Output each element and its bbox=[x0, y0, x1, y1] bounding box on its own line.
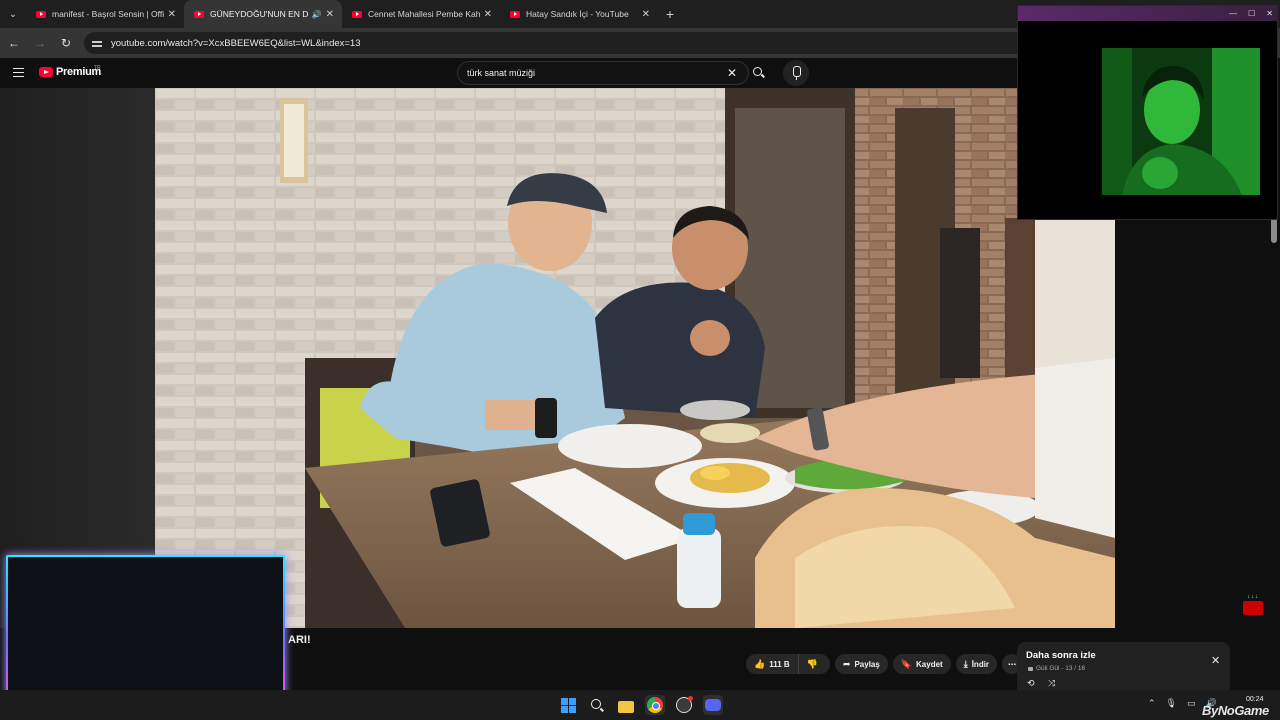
webcam-feed bbox=[1102, 48, 1260, 195]
close-tab-icon[interactable]: ✕ bbox=[642, 9, 650, 20]
subscribe-badge-icon bbox=[1243, 601, 1263, 615]
discord-icon[interactable] bbox=[703, 695, 723, 715]
share-label: Paylaş bbox=[854, 659, 880, 669]
youtube-favicon-icon bbox=[352, 10, 362, 18]
close-tab-icon[interactable]: ✕ bbox=[168, 9, 176, 20]
file-explorer-icon[interactable] bbox=[616, 695, 636, 715]
tray-overflow-icon[interactable]: ⌃ bbox=[1148, 698, 1156, 709]
voice-search-icon[interactable] bbox=[783, 60, 809, 86]
reload-icon[interactable]: ↻ bbox=[54, 31, 78, 55]
loop-icon[interactable]: ⟲ bbox=[1027, 678, 1035, 689]
video-player[interactable] bbox=[155, 88, 1115, 628]
display-icon[interactable]: ▭ bbox=[1187, 698, 1196, 709]
lock-icon bbox=[1028, 666, 1033, 671]
address-bar[interactable]: youtube.com/watch?v=XcxBBEEW6EQ&list=WL&… bbox=[84, 32, 1044, 54]
tab-title: GÜNEYDOĞU'NUN EN DÜŞ bbox=[210, 9, 308, 19]
save-label: Kaydet bbox=[916, 659, 943, 669]
youtube-favicon-icon bbox=[36, 10, 46, 18]
discord-logo-icon bbox=[705, 699, 721, 711]
webcam-preview-window: — ☐ ✕ bbox=[1017, 5, 1278, 220]
tab-search-icon[interactable]: ⌄ bbox=[0, 0, 26, 28]
like-count: 111 B bbox=[769, 659, 790, 669]
playlist-position: 13 / 16 bbox=[1065, 665, 1086, 672]
like-button[interactable]: 👍 111 B bbox=[746, 654, 799, 674]
download-icon: ⤓ bbox=[963, 658, 968, 669]
tab-title: Hatay Sandık İçi - YouTube bbox=[526, 9, 629, 19]
webcam-titlebar: — ☐ ✕ bbox=[1018, 6, 1277, 21]
download-label: İndir bbox=[971, 659, 990, 669]
browser-tab[interactable]: Cennet Mahallesi Pembe Kahkaha ✕ bbox=[342, 0, 500, 28]
chrome-logo-icon bbox=[647, 697, 663, 713]
browser-tab-active[interactable]: GÜNEYDOĞU'NUN EN DÜŞ 🔊 ✕ bbox=[184, 0, 342, 28]
site-settings-icon[interactable] bbox=[92, 38, 104, 48]
taskbar-search-icon[interactable] bbox=[587, 695, 607, 715]
share-button[interactable]: ➦ Paylaş bbox=[834, 654, 888, 674]
search-icon[interactable] bbox=[752, 66, 766, 80]
down-arrows-icon: ↓↓↓ bbox=[1247, 594, 1259, 600]
windows-start-icon[interactable] bbox=[558, 695, 578, 715]
obs-icon[interactable] bbox=[674, 695, 694, 715]
bookmark-icon: 🔖 bbox=[900, 658, 913, 669]
video-frame-scene bbox=[155, 88, 1115, 628]
windows-logo-icon bbox=[560, 697, 576, 713]
playlist-owner: Güli Gül bbox=[1036, 665, 1060, 672]
search-input[interactable]: türk sanat müziği bbox=[457, 61, 749, 85]
folder-icon bbox=[618, 701, 634, 713]
taskbar-apps bbox=[558, 695, 723, 715]
close-playlist-icon[interactable]: ✕ bbox=[1211, 654, 1220, 667]
thumbs-down-icon: 👎 bbox=[806, 658, 818, 669]
video-title: ARI! bbox=[288, 634, 311, 646]
browser-tab[interactable]: manifest - Başrol Sensin | Official ✕ bbox=[26, 0, 184, 28]
audio-playing-icon[interactable]: 🔊 bbox=[312, 10, 322, 19]
page-background-left bbox=[0, 88, 155, 628]
maximize-icon[interactable]: ☐ bbox=[1248, 9, 1255, 18]
playlist-title[interactable]: Daha sonra izle bbox=[1026, 650, 1096, 661]
search-query: türk sanat müziği bbox=[467, 68, 536, 78]
tab-title: Cennet Mahallesi Pembe Kahkaha bbox=[368, 9, 480, 19]
playlist-panel: Daha sonra izle Güli Gül - 13 / 16 ✕ ⟲ ⤨ bbox=[1017, 642, 1230, 694]
chrome-icon[interactable] bbox=[645, 695, 665, 715]
youtube-favicon-icon bbox=[194, 10, 204, 18]
tab-title: manifest - Başrol Sensin | Official bbox=[52, 9, 164, 19]
playlist-meta: Güli Gül - 13 / 16 bbox=[1028, 665, 1085, 672]
like-dislike-group: 👍 111 B 👎 bbox=[746, 654, 830, 674]
browser-tab[interactable]: Hatay Sandık İçi - YouTube ✕ bbox=[500, 0, 658, 28]
video-actions: 👍 111 B 👎 ➦ Paylaş 🔖 Kaydet ⤓ İndir ⋯ bbox=[746, 654, 1023, 674]
download-button[interactable]: ⤓ İndir bbox=[955, 654, 998, 674]
share-icon: ➦ bbox=[842, 658, 851, 669]
close-tab-icon[interactable]: ✕ bbox=[326, 9, 334, 20]
windows-taskbar: ⌃ 🎙 ▭ 🔊 00:24 bbox=[0, 690, 1280, 720]
menu-icon[interactable] bbox=[13, 68, 24, 77]
back-arrow-icon[interactable]: ← bbox=[2, 31, 26, 55]
region-code: TR bbox=[94, 65, 101, 71]
obs-logo-icon bbox=[676, 696, 693, 713]
save-button[interactable]: 🔖 Kaydet bbox=[892, 654, 951, 674]
microphone-icon[interactable]: 🎙 bbox=[1166, 698, 1177, 709]
dislike-button[interactable]: 👎 bbox=[799, 654, 830, 674]
subscribe-reminder-badge: ↓↓↓ bbox=[1243, 594, 1263, 616]
close-window-icon[interactable]: ✕ bbox=[1266, 9, 1273, 18]
youtube-logo-icon[interactable] bbox=[39, 67, 53, 77]
clear-search-icon[interactable]: ✕ bbox=[727, 66, 737, 80]
minimize-icon[interactable]: — bbox=[1229, 9, 1237, 18]
new-tab-button[interactable]: + bbox=[658, 6, 682, 22]
youtube-favicon-icon bbox=[510, 10, 520, 18]
neon-overlay-frame bbox=[6, 555, 285, 712]
address-url: youtube.com/watch?v=XcxBBEEW6EQ&list=WL&… bbox=[111, 37, 361, 49]
bynogame-watermark-logo: ByNoGame bbox=[1202, 703, 1269, 718]
thumbs-up-icon: 👍 bbox=[754, 658, 766, 669]
forward-arrow-icon[interactable]: → bbox=[28, 31, 52, 55]
webcam-image bbox=[1102, 48, 1260, 195]
shuffle-icon[interactable]: ⤨ bbox=[1048, 678, 1055, 689]
close-tab-icon[interactable]: ✕ bbox=[484, 9, 492, 20]
more-icon: ⋯ bbox=[1008, 659, 1017, 669]
